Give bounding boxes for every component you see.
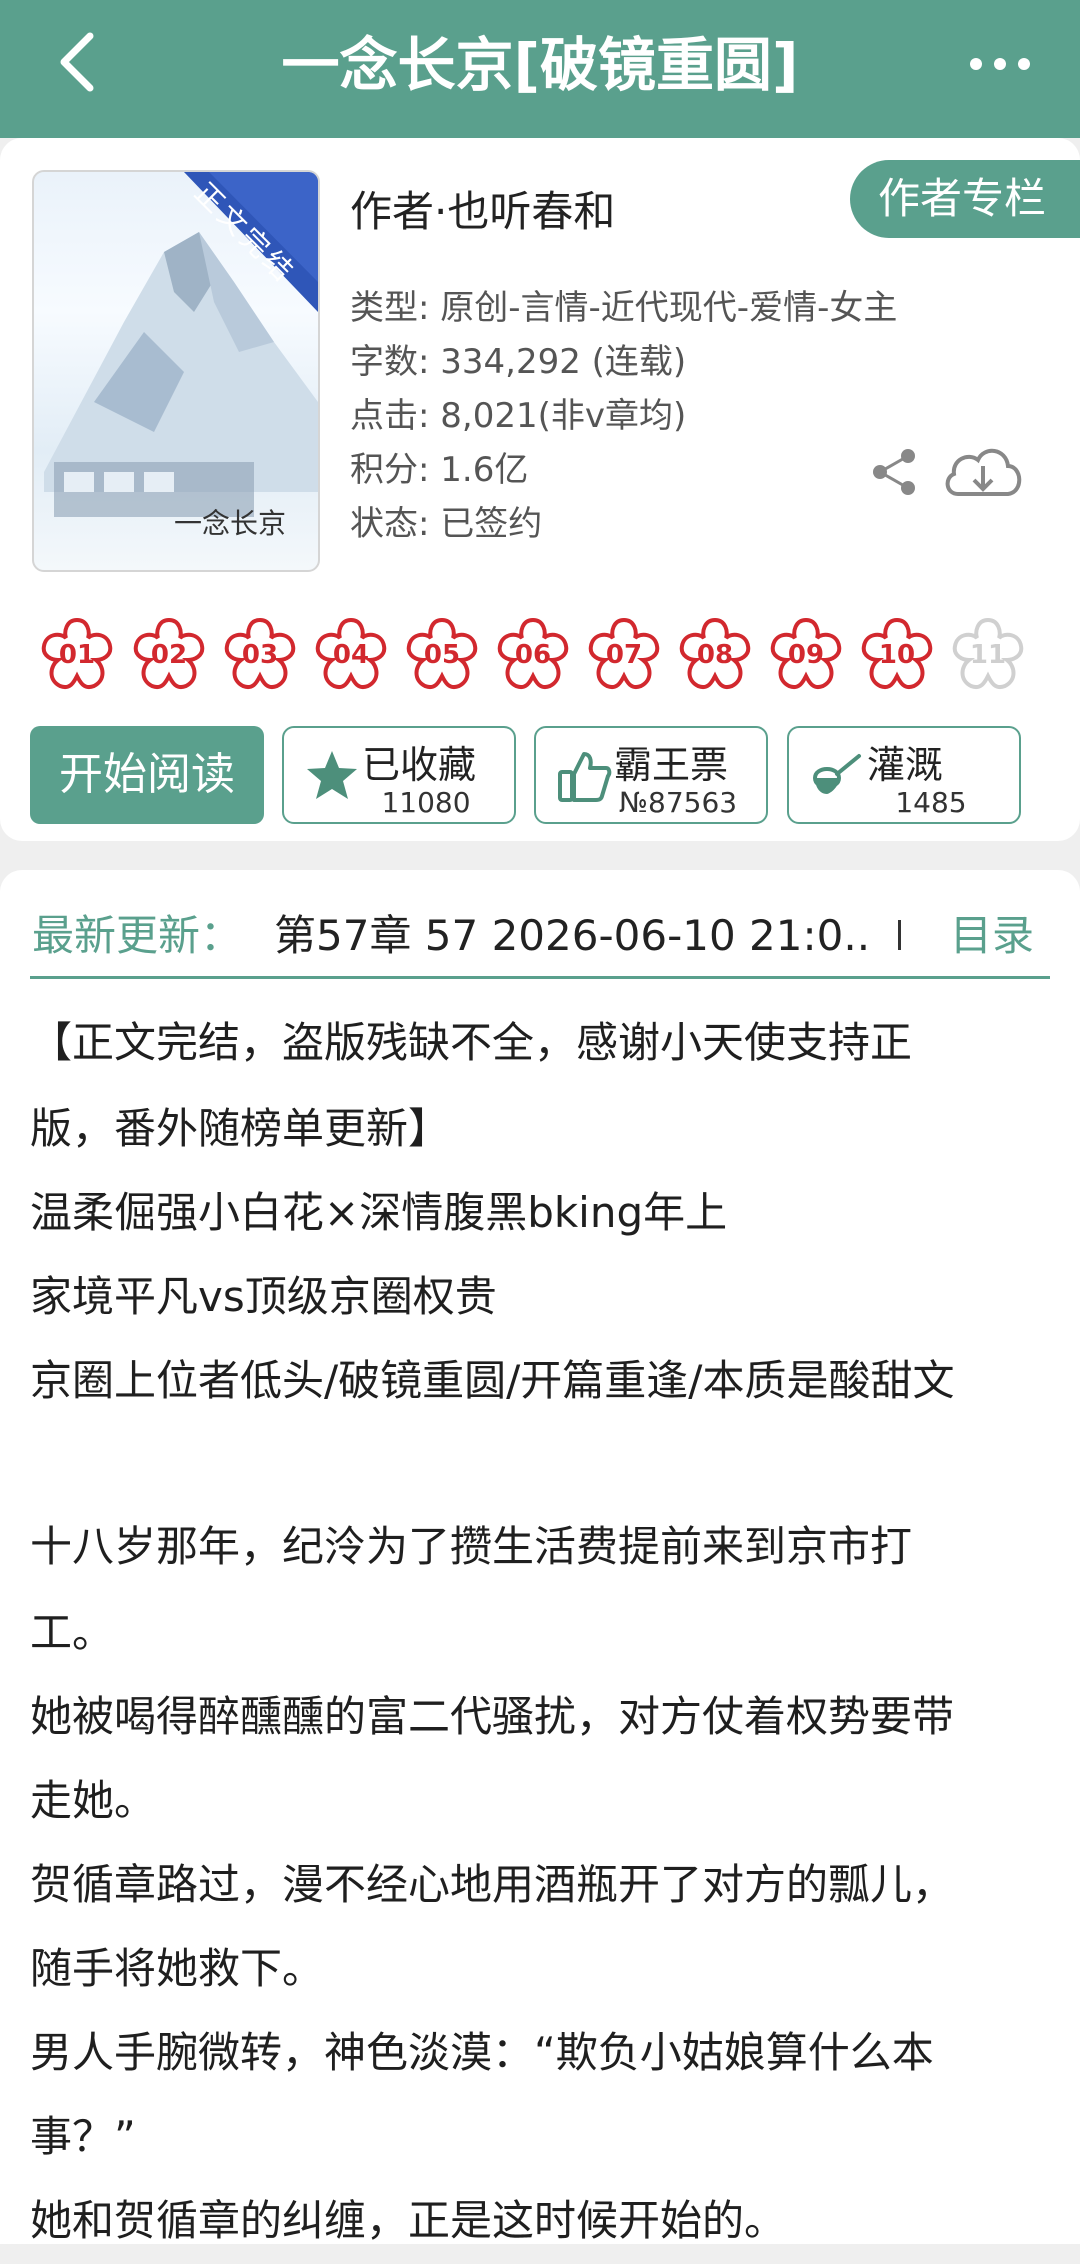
description-line: 温柔倔强小白花×深情腹黑bking年上 — [30, 1188, 728, 1237]
collect-count: 11080 — [381, 786, 471, 819]
more-button[interactable] — [960, 36, 1040, 92]
description-line: 京圈上位者低头/破镜重圆/开篇重逢/本质是酸甜文 — [30, 1356, 955, 1405]
rating-flower-09[interactable]: 09 — [765, 614, 847, 696]
description-line: 随手将她救下。 — [30, 1944, 325, 1993]
share-icon[interactable] — [868, 446, 920, 498]
latest-chapter-text[interactable]: 第57章 57 2026-06-10 21:0.. — [274, 900, 870, 972]
book-cover[interactable]: 正文完结 一念长京 — [32, 170, 320, 572]
rating-flower-02[interactable]: 02 — [128, 614, 210, 696]
description-line: 版，番外随榜单更新】 — [30, 1104, 451, 1153]
meta-status: 状态: 已签约 — [350, 504, 543, 544]
description-line: 贺循章路过，漫不经心地用酒瓶开了对方的瓢儿， — [30, 1860, 955, 1909]
description-line: 男人手腕微转，神色淡漠：“欺负小姑娘算什么本 — [30, 2028, 934, 2077]
description-line: 她和贺循章的纠缠，正是这时候开始的。 — [30, 2196, 787, 2245]
rating-flower-03[interactable]: 03 — [219, 614, 301, 696]
water-count: 1485 — [895, 786, 967, 819]
top-bar: 一念长京[破镜重圆] — [0, 0, 1080, 138]
table-of-contents-link[interactable]: 目录 — [950, 900, 1034, 972]
rating-flower-04[interactable]: 04 — [310, 614, 392, 696]
rating-flower-07[interactable]: 07 — [583, 614, 665, 696]
description-line: 【正文完结，盗版残缺不全，感谢小天使支持正 — [30, 1018, 913, 1067]
meta-clicks: 点击: 8,021(非v章均) — [350, 396, 687, 436]
back-button[interactable] — [40, 22, 120, 102]
meta-type: 类型: 原创-言情-近代现代-爱情-女主 — [350, 288, 898, 328]
description-line: 工。 — [30, 1608, 115, 1657]
rating-flower-05[interactable]: 05 — [401, 614, 483, 696]
rating-flower-06[interactable]: 06 — [492, 614, 574, 696]
rating-flower-01[interactable]: 01 — [36, 614, 118, 696]
meta-score: 积分: 1.6亿 — [350, 450, 529, 490]
download-cloud-icon[interactable] — [940, 440, 1026, 506]
latest-update-row[interactable]: 最新更新： 第57章 57 2026-06-10 21:0.. 目录 — [30, 900, 1050, 972]
more-dots-icon — [970, 58, 1030, 70]
ticket-count: №87563 — [618, 786, 738, 819]
water-label: 灌溉 — [867, 743, 944, 787]
rating-flower-10[interactable]: 10 — [856, 614, 938, 696]
chevron-left-icon — [60, 32, 94, 92]
divider-line — [30, 976, 1050, 979]
author-name[interactable]: 作者·也听春和 — [350, 178, 615, 239]
description-line: 走她。 — [30, 1776, 157, 1825]
cover-title: 一念长京 — [174, 507, 287, 540]
collect-label: 已收藏 — [362, 743, 477, 787]
divider — [898, 920, 901, 950]
ticket-button[interactable]: 霸王票 №87563 — [534, 726, 768, 824]
rating-flower-11[interactable]: 11 — [947, 614, 1029, 696]
description-line: 十八岁那年，纪泠为了攒生活费提前来到京市打 — [30, 1522, 913, 1571]
collect-button[interactable]: 已收藏 11080 — [282, 726, 516, 824]
rating-flower-08[interactable]: 08 — [674, 614, 756, 696]
author-column-button[interactable]: 作者专栏 — [850, 160, 1080, 238]
start-reading-button[interactable]: 开始阅读 — [30, 726, 264, 824]
ticket-label: 霸王票 — [614, 743, 729, 787]
meta-word-count: 字数: 334,292 (连载) — [350, 342, 687, 382]
water-button[interactable]: 灌溉 1485 — [787, 726, 1021, 824]
description-line: 她被喝得醉醺醺的富二代骚扰，对方仗着权势要带 — [30, 1692, 955, 1741]
page-title: 一念长京[破镜重圆] — [281, 31, 799, 99]
latest-update-label: 最新更新： — [32, 911, 243, 960]
description-line: 事？” — [30, 2112, 136, 2161]
description-line: 家境平凡vs顶级京圈权贵 — [30, 1272, 497, 1321]
